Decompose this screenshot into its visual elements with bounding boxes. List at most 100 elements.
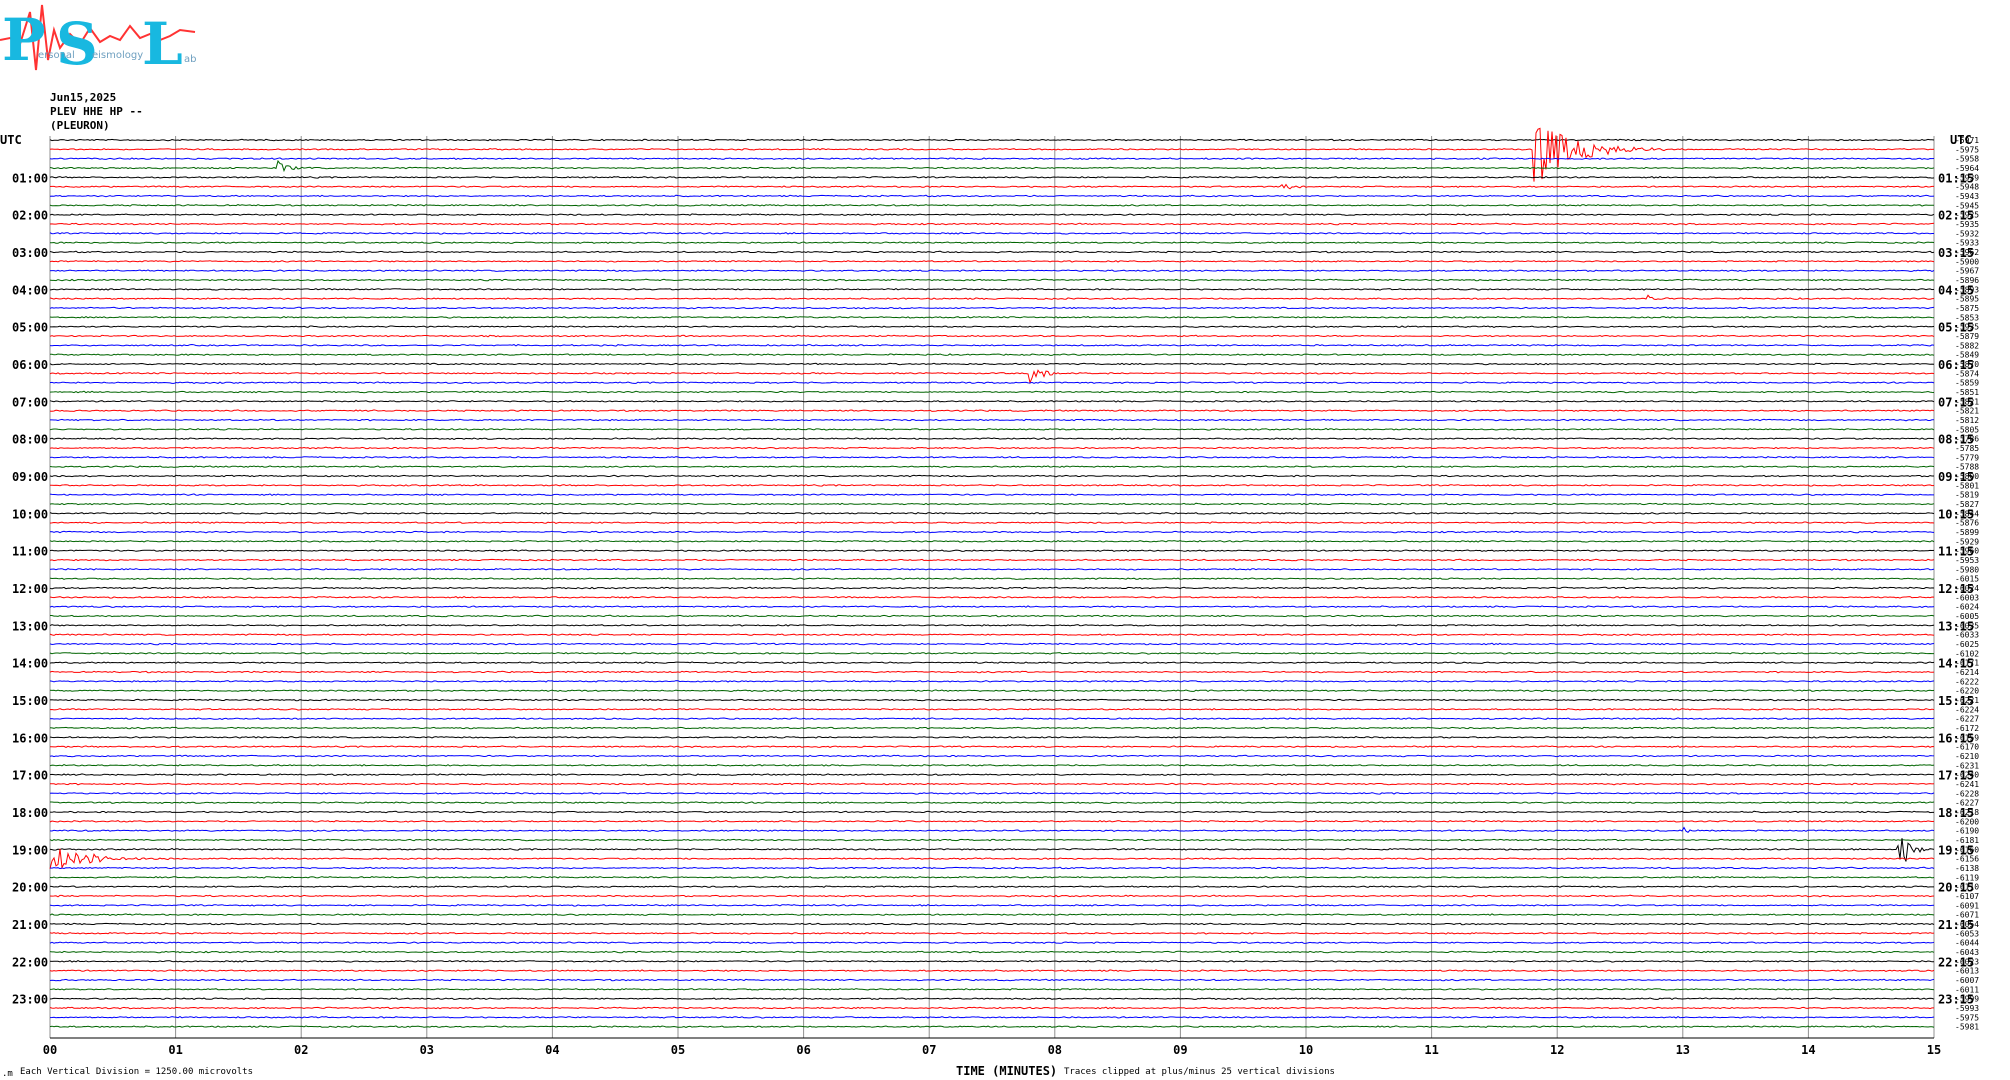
seismogram-trace <box>49 876 1935 879</box>
seismogram-trace <box>49 213 1935 217</box>
seismogram-trace <box>49 708 1935 711</box>
seismogram-trace <box>49 633 1935 636</box>
seismogram-trace <box>49 904 1935 907</box>
seismogram-trace <box>50 325 1935 329</box>
seismogram-trace <box>49 269 1935 272</box>
seismogram-trace <box>49 369 1935 385</box>
left-hour-label: 13:00 <box>12 619 48 633</box>
seismogram-trace <box>49 465 1935 469</box>
seismogram-trace <box>49 661 1935 664</box>
trace-offset-label: -5812 <box>1955 416 1979 425</box>
seismogram-trace <box>49 826 1935 833</box>
trace-offset-label: -6222 <box>1955 677 1979 686</box>
seismogram-trace <box>49 1025 1935 1028</box>
trace-offset-label: -6007 <box>1955 976 1979 985</box>
seismogram-trace <box>49 437 1935 440</box>
x-tick-label: 03 <box>420 1043 434 1057</box>
trace-offset-label: -5819 <box>1955 491 1979 500</box>
x-tick-label: 00 <box>43 1043 57 1057</box>
trace-offset-label: -5859 <box>1955 379 1979 388</box>
trace-offset-label: -5943 <box>1955 192 1979 201</box>
seismogram-trace <box>49 577 1935 580</box>
left-hour-label: 15:00 <box>12 694 48 708</box>
x-tick-label: 12 <box>1550 1043 1564 1057</box>
right-hour-label: 03:15 <box>1938 246 1974 260</box>
seismogram-trace <box>49 820 1935 823</box>
left-hour-label: 20:00 <box>12 881 48 895</box>
seismogram-trace <box>49 157 1935 160</box>
seismogram-trace <box>49 960 1935 963</box>
left-hour-label: 09:00 <box>12 470 48 484</box>
x-tick-label: 13 <box>1676 1043 1690 1057</box>
right-hour-label: 01:15 <box>1938 171 1974 185</box>
trace-offset-label: -5899 <box>1955 528 1979 537</box>
trace-offset-label: -6210 <box>1955 752 1979 761</box>
seismogram-trace <box>49 232 1934 235</box>
clip-note: Traces clipped at plus/minus 25 vertical… <box>1064 1067 1335 1077</box>
seismogram-trace <box>49 698 1935 702</box>
seismogram-trace <box>49 334 1935 338</box>
seismogram-trace <box>49 260 1935 263</box>
seismogram-trace <box>49 306 1935 310</box>
seismogram-trace <box>49 521 1935 525</box>
seismogram-trace <box>49 642 1935 646</box>
seismogram-trace <box>49 278 1935 282</box>
seismogram-trace <box>49 782 1935 786</box>
x-tick-label: 14 <box>1801 1043 1815 1057</box>
trace-offset-label: -6138 <box>1955 864 1979 873</box>
x-tick-label: 04 <box>545 1043 559 1057</box>
right-hour-label: 14:15 <box>1938 657 1974 671</box>
left-hour-label: 12:00 <box>12 582 48 596</box>
seismogram-trace <box>49 754 1935 758</box>
left-utc-label: UTC <box>0 133 22 147</box>
seismogram-trace <box>50 801 1935 804</box>
seismogram-trace <box>49 474 1934 478</box>
right-hour-label: 04:15 <box>1938 283 1974 297</box>
seismogram-trace <box>49 988 1935 991</box>
right-hour-label: 08:15 <box>1938 433 1974 447</box>
left-hour-label: 16:00 <box>12 731 48 745</box>
left-hour-label: 14:00 <box>12 657 48 671</box>
seismogram-trace <box>49 381 1935 384</box>
seismogram-trace <box>49 427 1935 431</box>
seismogram-trace <box>49 913 1935 916</box>
seismogram-trace <box>49 596 1935 599</box>
seismogram-trace <box>49 446 1935 450</box>
right-hour-label: 11:15 <box>1938 545 1974 559</box>
seismogram-trace <box>49 624 1935 627</box>
right-hour-label: 07:15 <box>1938 395 1974 409</box>
seismogram-trace <box>49 670 1935 674</box>
left-hour-label: 06:00 <box>12 358 48 372</box>
trace-offset-label: -6091 <box>1955 901 1979 910</box>
x-tick-label: 11 <box>1424 1043 1438 1057</box>
left-hour-label: 11:00 <box>12 545 48 559</box>
corner-mark: .m <box>2 1069 13 1079</box>
seismogram-trace <box>49 652 1934 655</box>
x-tick-label: 08 <box>1048 1043 1062 1057</box>
seismogram-trace <box>49 512 1935 515</box>
seismogram-trace <box>49 159 1935 173</box>
seismogram-trace <box>49 866 1935 870</box>
right-utc-label: UTC <box>1950 133 1972 147</box>
seismogram-trace <box>50 418 1935 422</box>
right-hour-label: 20:15 <box>1938 881 1974 895</box>
seismogram-trace <box>49 390 1935 394</box>
seismogram-trace <box>49 288 1935 291</box>
left-hour-label: 18:00 <box>12 806 48 820</box>
seismogram-trace <box>49 549 1935 552</box>
vertical-division-note: Each Vertical Division = 1250.00 microvo… <box>20 1067 253 1077</box>
seismogram-trace <box>49 717 1935 720</box>
seismogram-trace <box>49 493 1934 496</box>
seismogram-trace <box>49 568 1935 571</box>
trace-offset-label: -5975 <box>1955 1013 1979 1022</box>
seismogram-trace <box>49 138 1935 142</box>
seismogram-trace <box>49 1016 1935 1019</box>
right-hour-label: 18:15 <box>1938 806 1974 820</box>
seismogram-traces <box>49 127 1935 1028</box>
trace-offset-label: -6044 <box>1955 939 1979 948</box>
seismogram-trace <box>49 605 1935 608</box>
x-tick-label: 10 <box>1299 1043 1313 1057</box>
seismogram-trace <box>49 1006 1934 1010</box>
seismogram-trace <box>49 540 1935 543</box>
right-hour-label: 23:15 <box>1938 993 1974 1007</box>
